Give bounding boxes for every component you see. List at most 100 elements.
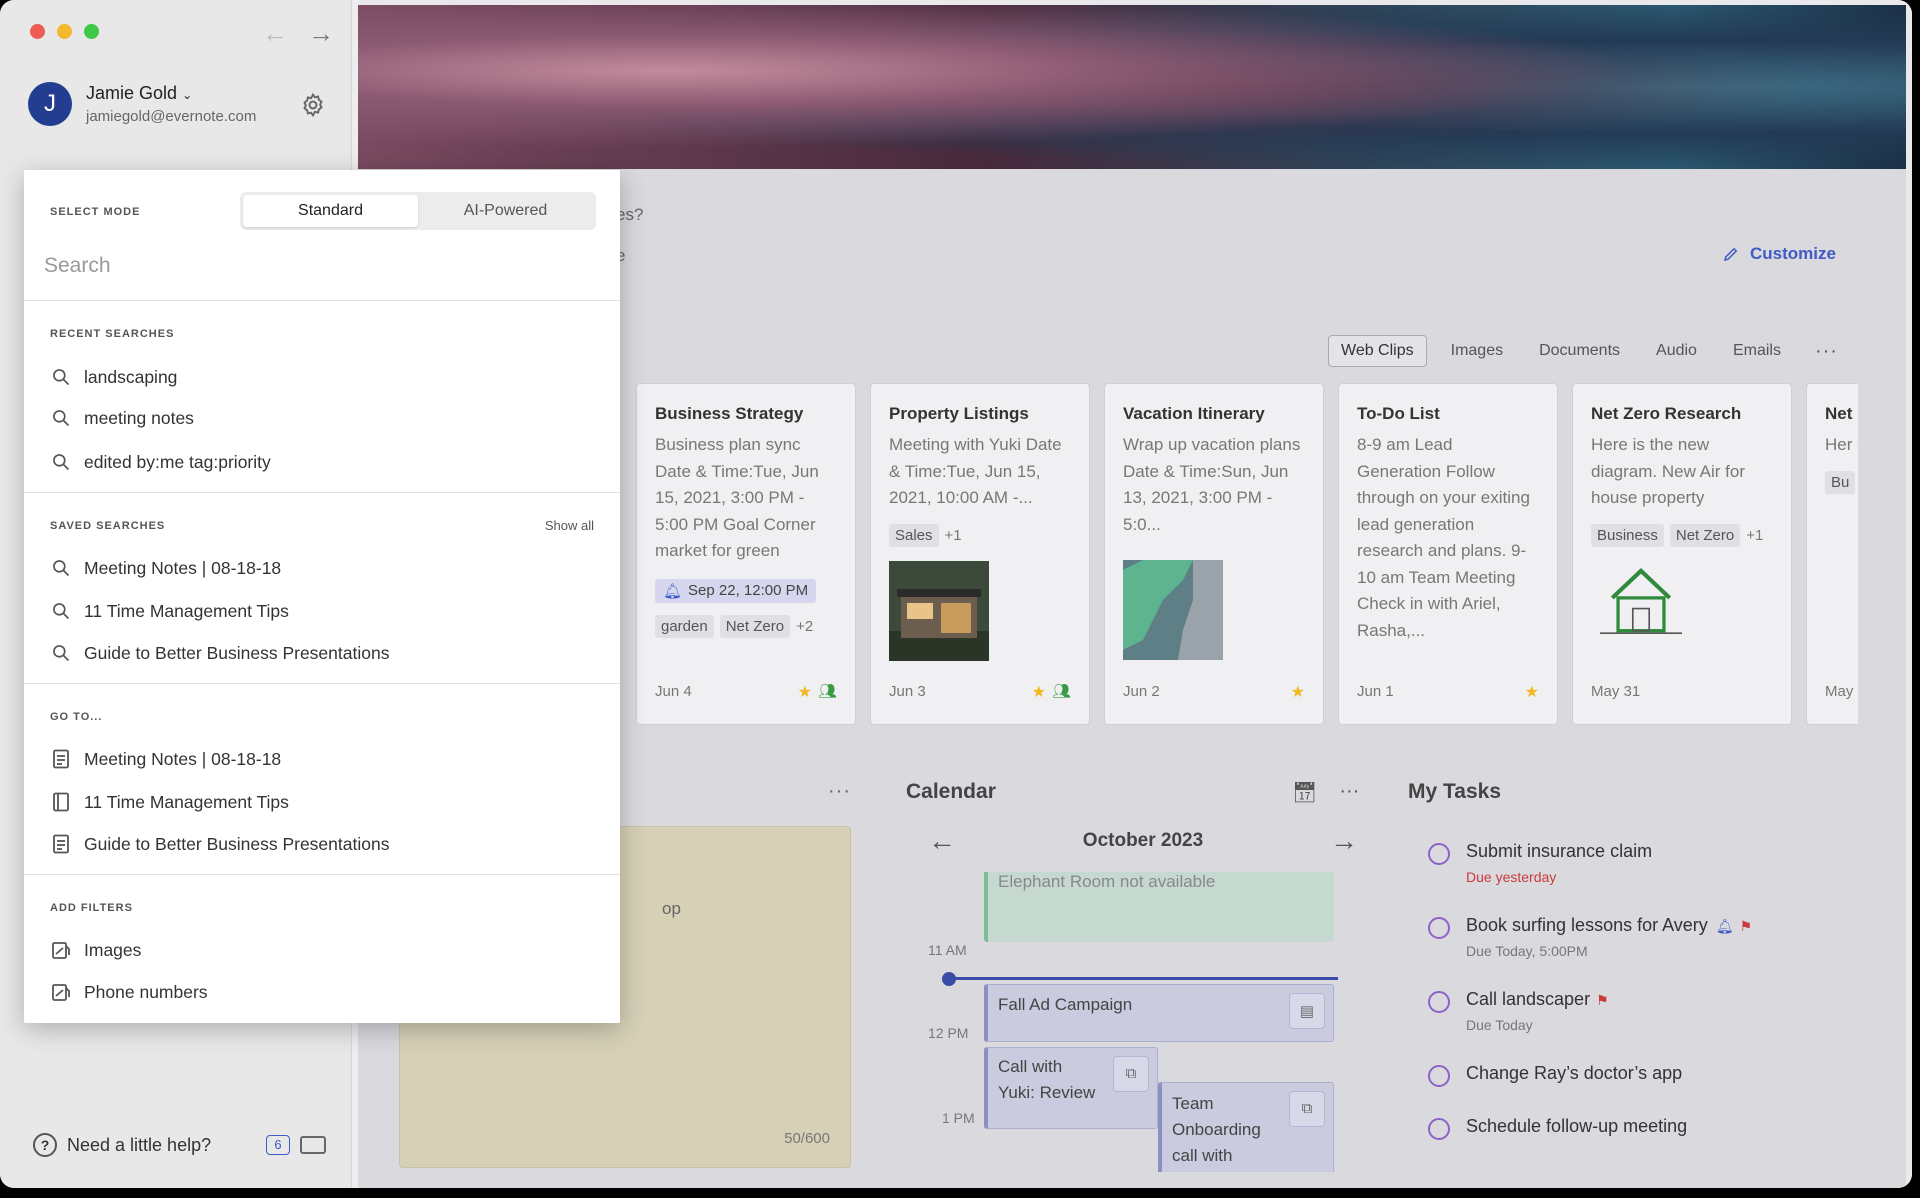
tag[interactable]: Bu bbox=[1825, 470, 1856, 494]
house-photo-thumbnail bbox=[889, 560, 989, 661]
calendar-event[interactable]: Fall Ad Campaign ▤ bbox=[984, 984, 1334, 1042]
flag-icon: ⚑ bbox=[1739, 918, 1753, 934]
tab-emails[interactable]: Emails bbox=[1721, 336, 1793, 366]
note-card[interactable]: Net Zero Research Here is the new diagra… bbox=[1572, 383, 1792, 725]
task-checkbox[interactable] bbox=[1428, 991, 1450, 1013]
minimize-window-button[interactable] bbox=[57, 24, 72, 39]
tab-images[interactable]: Images bbox=[1439, 336, 1515, 366]
customize-button[interactable]: Customize bbox=[1722, 244, 1836, 264]
tag[interactable]: Business bbox=[1591, 523, 1664, 547]
goto-label: Meeting Notes | 08-18-18 bbox=[84, 748, 282, 769]
tab-documents[interactable]: Documents bbox=[1527, 336, 1632, 366]
recent-search-item[interactable]: meeting notes bbox=[50, 407, 194, 429]
mode-ai-powered-button[interactable]: AI-Powered bbox=[418, 195, 593, 227]
calendar-event[interactable]: Call with Yuki: Review ⧉ bbox=[984, 1047, 1158, 1129]
zoom-window-button[interactable] bbox=[84, 24, 99, 39]
notes-filter-tabs: Web Clips Images Documents Audio Emails … bbox=[1328, 335, 1838, 367]
copy-icon[interactable]: ⧉ bbox=[1289, 1091, 1325, 1127]
time-label: 11 AM bbox=[928, 942, 967, 958]
saved-search-item[interactable]: Guide to Better Business Presentations bbox=[50, 642, 389, 664]
keyboard-icon[interactable] bbox=[300, 1136, 326, 1154]
tab-audio[interactable]: Audio bbox=[1644, 336, 1709, 366]
scratchpad-more-icon[interactable]: ··· bbox=[828, 780, 851, 803]
goto-note-item[interactable]: Guide to Better Business Presentations bbox=[50, 833, 389, 855]
task-checkbox[interactable] bbox=[1428, 1065, 1450, 1087]
note-card[interactable]: Vacation Itinerary Wrap up vacation plan… bbox=[1104, 383, 1324, 725]
more-options-icon[interactable]: ··· bbox=[1815, 340, 1838, 363]
tasks-title: My Tasks bbox=[1408, 780, 1501, 803]
calendar-event[interactable]: Team Onboarding call with ⧉ bbox=[1158, 1082, 1334, 1172]
goto-notebook-item[interactable]: 11 Time Management Tips bbox=[50, 791, 289, 813]
tag-overflow[interactable]: +2 bbox=[796, 618, 813, 635]
add-filters-label: ADD FILTERS bbox=[50, 902, 133, 914]
calendar-icon[interactable]: 📅︎ bbox=[1292, 780, 1317, 805]
note-card[interactable]: Business Strategy Business plan sync Dat… bbox=[636, 383, 856, 725]
recent-search-item[interactable]: edited by:me tag:priority bbox=[50, 451, 271, 473]
saved-search-item[interactable]: 11 Time Management Tips bbox=[50, 600, 289, 622]
goto-note-item[interactable]: Meeting Notes | 08-18-18 bbox=[50, 748, 281, 770]
filter-label: Images bbox=[84, 939, 142, 960]
task-checkbox[interactable] bbox=[1428, 843, 1450, 865]
show-all-link[interactable]: Show all bbox=[545, 518, 594, 533]
prev-month-arrow-icon[interactable]: ← bbox=[928, 825, 956, 857]
note-snippet: Her diag hou bbox=[1825, 435, 1858, 454]
note-title: To-Do List bbox=[1357, 404, 1440, 423]
gear-icon[interactable] bbox=[300, 92, 326, 118]
event-title: Team Onboarding call with bbox=[1172, 1094, 1261, 1165]
phone-filter-icon bbox=[50, 981, 72, 1003]
star-icon: ★ bbox=[1031, 684, 1046, 701]
copy-icon[interactable]: ⧉ bbox=[1113, 1056, 1149, 1092]
account-switcher[interactable]: J Jamie Gold ⌄ jamiegold@evernote.com bbox=[28, 82, 256, 126]
note-icon[interactable]: ▤ bbox=[1289, 993, 1325, 1029]
note-title: Net Zero Research bbox=[1591, 404, 1742, 423]
help-label: Need a little help? bbox=[67, 1134, 212, 1155]
user-email: jamiegold@evernote.com bbox=[86, 108, 257, 125]
tag[interactable]: garden bbox=[655, 614, 714, 638]
saved-search-item[interactable]: Meeting Notes | 08-18-18 bbox=[50, 557, 281, 579]
tag[interactable]: Net Zero bbox=[719, 614, 791, 638]
search-input[interactable] bbox=[44, 246, 594, 286]
filter-images-item[interactable]: Images bbox=[50, 939, 141, 961]
calendar-month-nav: ← October 2023 → bbox=[928, 825, 1358, 857]
customize-label: Customize bbox=[1750, 244, 1836, 263]
note-title: Vacation Itinerary bbox=[1123, 404, 1265, 423]
tag-list: Business Net Zero +1 bbox=[1591, 523, 1773, 547]
recent-search-item[interactable]: landscaping bbox=[50, 366, 177, 388]
forward-arrow-icon[interactable]: → bbox=[308, 18, 334, 49]
note-card[interactable]: Net Her diag hou Bu May bbox=[1806, 383, 1858, 725]
close-window-button[interactable] bbox=[30, 24, 45, 39]
back-arrow-icon[interactable]: ← bbox=[262, 18, 288, 49]
help-link[interactable]: ? Need a little help? bbox=[33, 1133, 211, 1157]
tab-web-clips[interactable]: Web Clips bbox=[1328, 335, 1427, 367]
task-checkbox[interactable] bbox=[1428, 1118, 1450, 1140]
tag[interactable]: Net Zero bbox=[1669, 523, 1741, 547]
next-month-arrow-icon[interactable]: → bbox=[1330, 825, 1358, 857]
note-card[interactable]: To-Do List 8-9 am Lead Generation Follow… bbox=[1338, 383, 1558, 725]
calendar-title: Calendar bbox=[906, 780, 996, 803]
tag-overflow[interactable]: +1 bbox=[945, 527, 962, 544]
reminder-badge[interactable]: 🔔︎ Sep 22, 12:00 PM bbox=[655, 578, 817, 603]
tag-overflow[interactable]: +1 bbox=[1746, 527, 1763, 544]
task-title-row: Call landscaper ⚑ bbox=[1466, 989, 1609, 1010]
notification-badge[interactable]: 6 bbox=[266, 1135, 290, 1155]
tag[interactable]: Sales bbox=[889, 523, 939, 547]
mode-standard-button[interactable]: Standard bbox=[243, 195, 418, 227]
note-card[interactable]: Property Listings Meeting with Yuki Date… bbox=[870, 383, 1090, 725]
task-title: Schedule follow-up meeting bbox=[1466, 1116, 1688, 1136]
search-mode-row: SELECT MODE Standard AI-Powered bbox=[50, 192, 596, 230]
filter-phone-item[interactable]: Phone numbers bbox=[50, 981, 208, 1003]
time-label: 12 PM bbox=[928, 1025, 969, 1041]
current-time-line bbox=[948, 977, 1338, 980]
traffic-lights bbox=[30, 24, 99, 39]
calendar-event[interactable]: Elephant Room not available bbox=[984, 872, 1334, 942]
saved-searches-label: SAVED SEARCHES bbox=[50, 520, 166, 532]
saved-search-label: Meeting Notes | 08-18-18 bbox=[84, 557, 282, 578]
calendar-more-icon[interactable]: ··· bbox=[1339, 780, 1359, 805]
note-snippet: Meeting with Yuki Date & Time:Tue, Jun 1… bbox=[889, 435, 1062, 507]
note-snippet: 8-9 am Lead Generation Follow through on… bbox=[1357, 435, 1530, 640]
search-icon bbox=[50, 451, 72, 473]
scratchpad-text: op bbox=[662, 899, 681, 918]
task-title-row: Book surfing lessons for Avery 🔔︎ ⚑ bbox=[1466, 915, 1752, 936]
task-checkbox[interactable] bbox=[1428, 917, 1450, 939]
task-title: Change Ray’s doctor’s app bbox=[1466, 1063, 1683, 1083]
